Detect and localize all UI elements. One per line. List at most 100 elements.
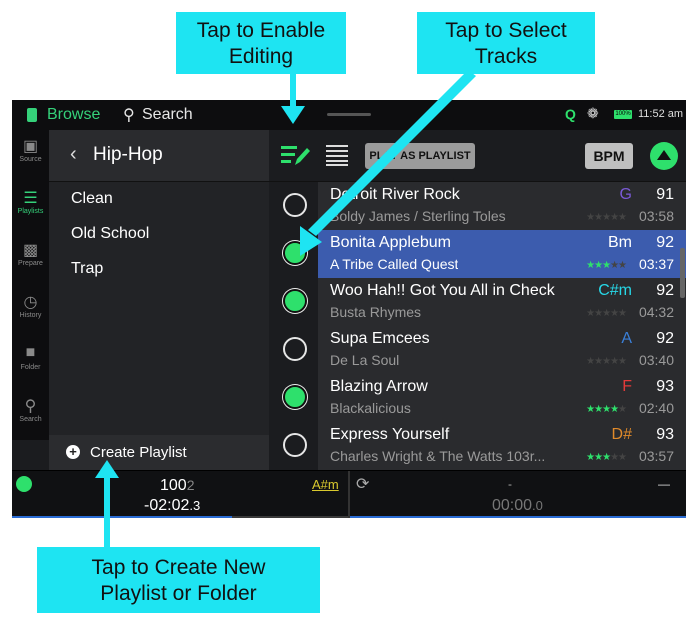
deck-1-progress	[12, 516, 232, 518]
callout-create-playlist: Tap to Create New Playlist or Folder	[37, 547, 320, 613]
rail-history[interactable]: ◷ History	[12, 288, 49, 334]
loop-icon[interactable]: ⟳	[356, 474, 369, 494]
browse-tab[interactable]: Browse	[47, 106, 100, 124]
track-bpm: 91	[656, 186, 674, 203]
deck-bar: 1002 -02:02.3 A#m ⟳ - 00:00.0 —	[12, 470, 686, 518]
callout-enable-editing: Tap to Enable Editing	[176, 12, 346, 74]
antenna-icon: ❁	[587, 105, 599, 121]
rail-prepare[interactable]: ▩ Prepare	[12, 236, 49, 282]
play-as-playlist-button[interactable]: PLAY AS PLAYLIST	[365, 143, 475, 169]
deck-1-bpm: 1002	[160, 477, 195, 495]
search-icon: ⚲	[24, 398, 37, 415]
sort-bpm-button[interactable]: BPM	[585, 143, 633, 169]
quantize-icon[interactable]: Q	[565, 106, 576, 122]
track-key: F	[622, 378, 632, 395]
track-bpm: 93	[656, 378, 674, 395]
bpm-fraction: 2	[186, 477, 195, 493]
track-row[interactable]: Blazing Arrow Blackalicious F 93 ★★★★★ 0…	[269, 374, 686, 422]
rail-label: History	[19, 312, 42, 319]
track-rating-stars: ★★★★★	[586, 308, 627, 319]
playlist-item[interactable]: Old School	[49, 217, 269, 251]
track-artist: De La Soul	[330, 352, 400, 368]
track-rating-stars: ★★★★★	[586, 452, 627, 463]
track-select-checkbox[interactable]	[283, 241, 307, 265]
deck-2-bpm: -	[508, 477, 512, 491]
track-row-body[interactable]: Express Yourself Charles Wright & The Wa…	[318, 422, 686, 470]
track-checkbox-cell[interactable]	[269, 326, 318, 374]
track-select-checkbox[interactable]	[283, 337, 307, 361]
scrollbar[interactable]	[680, 248, 685, 298]
callout-select-tracks: Tap to Select Tracks	[417, 12, 595, 74]
sync-icon[interactable]	[16, 476, 32, 492]
track-bpm: 93	[656, 426, 674, 443]
track-checkbox-cell[interactable]	[269, 374, 318, 422]
callout-line: Tracks	[474, 45, 538, 68]
track-duration: 02:40	[638, 400, 674, 416]
browse-icon[interactable]	[27, 108, 37, 122]
list-view-icon[interactable]	[326, 144, 348, 166]
rail-search[interactable]: ⚲ Search	[12, 392, 49, 438]
track-row[interactable]: Detroit River Rock Boldy James / Sterlin…	[269, 182, 686, 230]
deck-2[interactable]: ⟳ - 00:00.0 —	[350, 471, 686, 518]
playlist-header: ‹ Hip-Hop	[49, 130, 269, 182]
track-key: C#m	[598, 282, 632, 299]
drag-handle[interactable]	[327, 113, 371, 116]
track-select-checkbox[interactable]	[283, 433, 307, 457]
track-title: Express Yourself	[330, 426, 450, 443]
track-checkbox-cell[interactable]	[269, 182, 318, 230]
track-title: Bonita Applebum	[330, 234, 451, 251]
folder-icon: ■	[25, 344, 36, 361]
deck-2-time: 00:00.0	[492, 497, 543, 515]
track-row[interactable]: Supa Emcees De La Soul A 92 ★★★★★ 03:40	[269, 326, 686, 374]
track-rating-stars: ★★★★★	[586, 260, 627, 271]
track-select-checkbox[interactable]	[283, 385, 307, 409]
deck-1[interactable]: 1002 -02:02.3 A#m	[12, 471, 348, 518]
deck-1-time: -02:02.3	[144, 497, 200, 515]
track-row-body[interactable]: Detroit River Rock Boldy James / Sterlin…	[318, 182, 686, 230]
deck-1-key[interactable]: A#m	[312, 477, 339, 492]
sort-direction-button[interactable]	[650, 142, 678, 170]
track-duration: 04:32	[638, 304, 674, 320]
playlist-item[interactable]: Trap	[49, 252, 269, 286]
track-artist: Blackalicious	[330, 400, 411, 416]
track-select-checkbox[interactable]	[283, 289, 307, 313]
back-chevron-icon[interactable]: ‹	[70, 143, 77, 166]
track-row-body[interactable]: Woo Hah!! Got You All in Check Busta Rhy…	[318, 278, 686, 326]
playlist-item[interactable]: Clean	[49, 182, 269, 216]
track-row[interactable]: Bonita Applebum A Tribe Called Quest Bm …	[269, 230, 686, 278]
prepare-icon: ▩	[22, 242, 39, 259]
track-row-body[interactable]: Bonita Applebum A Tribe Called Quest Bm …	[318, 230, 686, 278]
track-select-checkbox[interactable]	[283, 193, 307, 217]
callout-line: Tap to Create New	[91, 556, 266, 579]
deck-2-progress	[350, 516, 686, 518]
rail-label: Playlists	[17, 208, 44, 215]
track-bpm: 92	[656, 330, 674, 347]
track-artist: A Tribe Called Quest	[330, 256, 459, 272]
track-row[interactable]: Express Yourself Charles Wright & The Wa…	[269, 422, 686, 470]
track-checkbox-cell[interactable]	[269, 278, 318, 326]
track-row-body[interactable]: Blazing Arrow Blackalicious F 93 ★★★★★ 0…	[318, 374, 686, 422]
track-key: A	[621, 330, 632, 347]
track-title: Supa Emcees	[330, 330, 430, 347]
rail-folder[interactable]: ■ Folder	[12, 340, 49, 386]
search-icon[interactable]: ⚲	[123, 105, 135, 125]
track-row[interactable]: Woo Hah!! Got You All in Check Busta Rhy…	[269, 278, 686, 326]
deck-2-key: —	[658, 477, 670, 491]
rail-label: Search	[19, 416, 42, 423]
clock: 11:52 am	[638, 108, 684, 120]
history-icon: ◷	[23, 294, 38, 311]
rail-source[interactable]: ▣ Source	[12, 132, 49, 178]
edit-list-icon[interactable]	[281, 144, 311, 168]
track-duration: 03:57	[638, 448, 674, 464]
track-checkbox-cell[interactable]	[269, 422, 318, 470]
time-value: -02:02	[144, 497, 190, 514]
device-screen: Browse ⚲ Search Q ❁ 100% 11:52 am ▣ Sour…	[12, 100, 686, 518]
track-checkbox-cell[interactable]	[269, 230, 318, 278]
time-fraction: .0	[532, 498, 543, 513]
track-row-body[interactable]: Supa Emcees De La Soul A 92 ★★★★★ 03:40	[318, 326, 686, 374]
track-title: Woo Hah!! Got You All in Check	[330, 282, 555, 299]
search-tab[interactable]: Search	[142, 106, 193, 124]
rail-playlists[interactable]: ☰ Playlists	[12, 184, 49, 230]
create-playlist-button[interactable]: + Create Playlist	[49, 435, 269, 471]
triangle-up-icon	[657, 150, 671, 160]
